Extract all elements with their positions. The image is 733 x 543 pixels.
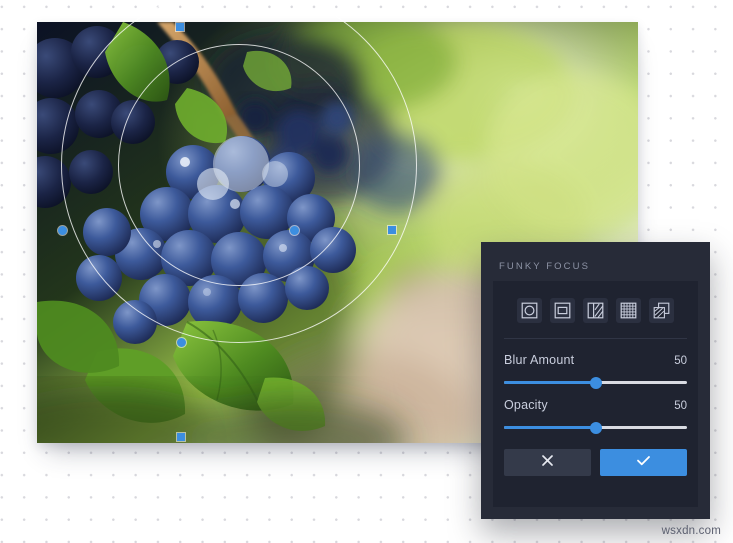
slider-opacity-header: Opacity 50 bbox=[504, 398, 687, 412]
confirm-button[interactable] bbox=[600, 449, 687, 476]
slider-blur-amount: Blur Amount 50 bbox=[504, 339, 687, 389]
slider-blur-value: 50 bbox=[674, 355, 687, 367]
watermark: wsxdn.com bbox=[661, 525, 721, 537]
close-icon bbox=[540, 453, 555, 473]
slider-blur-fill bbox=[504, 381, 596, 384]
funky-focus-panel: FUNKY FOCUS Blur Amount 50 Opacity 50 bbox=[481, 242, 710, 519]
cancel-button[interactable] bbox=[504, 449, 591, 476]
slider-opacity-value: 50 bbox=[674, 400, 687, 412]
slider-opacity-knob[interactable] bbox=[589, 421, 602, 434]
slider-blur-label: Blur Amount bbox=[504, 353, 575, 367]
grid-icon bbox=[620, 302, 637, 319]
tool-layers-mask[interactable] bbox=[649, 298, 674, 323]
tool-rect-mask[interactable] bbox=[550, 298, 575, 323]
rect-in-square-icon bbox=[554, 302, 571, 319]
slider-opacity: Opacity 50 bbox=[504, 384, 687, 434]
tool-split-mask[interactable] bbox=[583, 298, 608, 323]
split-diagonal-icon bbox=[587, 302, 604, 319]
tool-button-row bbox=[504, 281, 687, 339]
panel-action-row bbox=[504, 449, 687, 476]
panel-title: FUNKY FOCUS bbox=[499, 261, 591, 272]
slider-opacity-fill bbox=[504, 426, 596, 429]
tool-circle-mask[interactable] bbox=[517, 298, 542, 323]
slider-opacity-label: Opacity bbox=[504, 398, 548, 412]
layers-diagonal-icon bbox=[653, 302, 670, 319]
slider-blur-header: Blur Amount 50 bbox=[504, 353, 687, 367]
slider-opacity-track[interactable] bbox=[504, 421, 687, 434]
slider-blur-knob[interactable] bbox=[589, 376, 602, 389]
slider-blur-track[interactable] bbox=[504, 376, 687, 389]
panel-body: Blur Amount 50 Opacity 50 bbox=[493, 281, 698, 507]
check-icon bbox=[635, 453, 652, 473]
tool-grid-mask[interactable] bbox=[616, 298, 641, 323]
circle-in-square-icon bbox=[521, 302, 538, 319]
